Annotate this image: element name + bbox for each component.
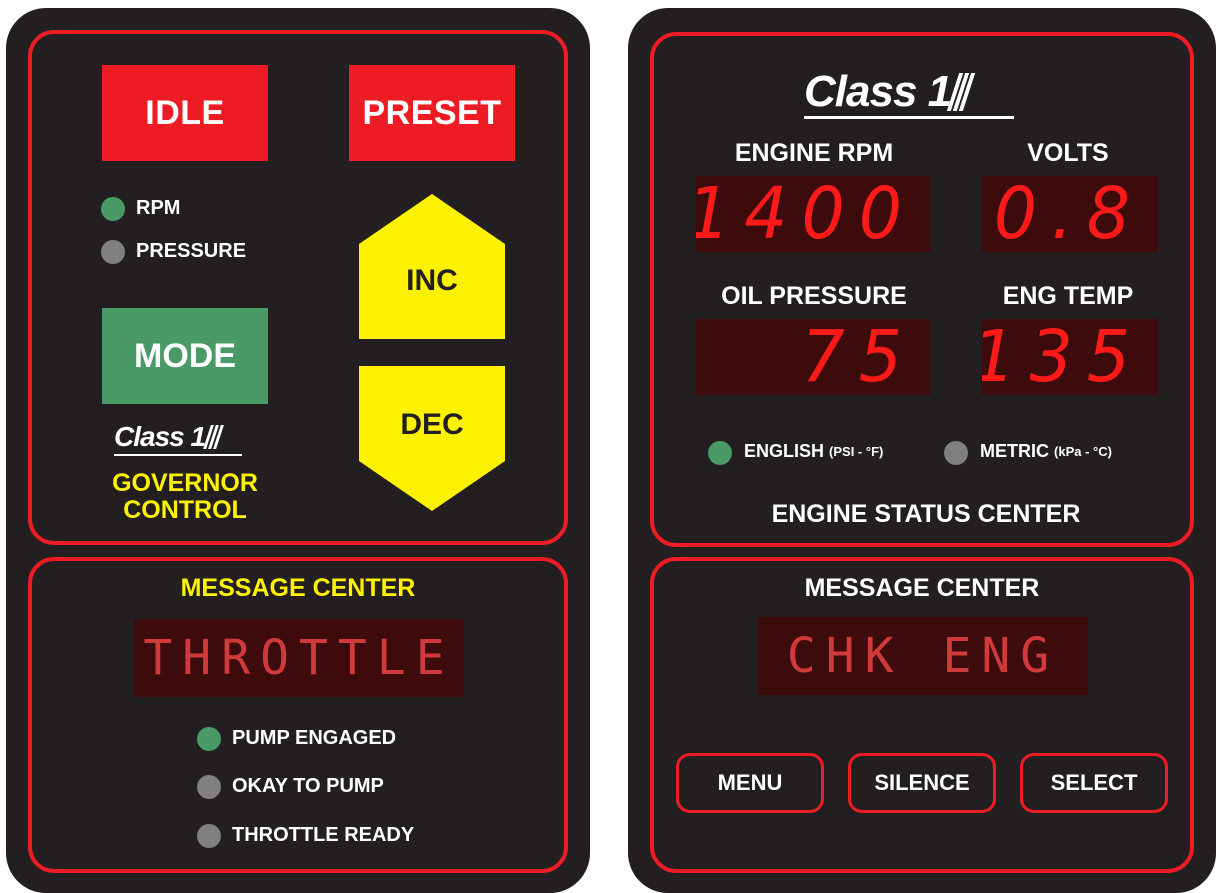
governor-control-frame: IDLE PRESET RPM PRESSURE INC DEC MODE Cl…	[28, 30, 568, 545]
dec-button[interactable]: DEC	[359, 366, 505, 511]
inc-label: INC	[406, 264, 458, 297]
volts-display: 10.8	[982, 176, 1158, 252]
left-message-frame: MESSAGE CENTER THROTTLE PUMP ENGAGED OKA…	[28, 557, 568, 873]
left-message-title: MESSAGE CENTER	[180, 574, 416, 602]
governor-title-line2: CONTROL	[123, 496, 247, 524]
metric-label: METRIC	[980, 441, 1049, 461]
right-message-display: CHK ENG	[758, 617, 1088, 695]
eng-temp-display: 135	[982, 319, 1158, 395]
engine-status-panel: Class 1 ENGINE RPM VOLTS 1400 10.8 OIL P…	[628, 8, 1216, 893]
mode-button[interactable]: MODE	[102, 308, 268, 404]
class1-logo-large-underline	[804, 116, 1014, 119]
oil-pressure-label: OIL PRESSURE	[721, 282, 907, 310]
eng-temp-value: 135	[982, 319, 1144, 395]
right-message-frame: MESSAGE CENTER CHK ENG MENU SILENCE SELE…	[650, 557, 1194, 873]
governor-title-line1: GOVERNOR	[112, 469, 258, 497]
class1-logo-large: Class 1	[804, 66, 1044, 119]
class1-logo: Class 1	[114, 420, 274, 456]
class1-logo-large-text: Class 1	[804, 67, 952, 116]
engine-rpm-label: ENGINE RPM	[734, 139, 894, 167]
idle-button[interactable]: IDLE	[102, 65, 268, 161]
select-button[interactable]: SELECT	[1020, 753, 1168, 813]
english-label: ENGLISH	[744, 441, 825, 461]
metric-units-led	[944, 441, 968, 465]
okay-to-pump-led	[197, 775, 221, 799]
right-message-display-text: CHK ENG	[786, 628, 1060, 684]
metric-units: (kPa - °C)	[1054, 444, 1112, 459]
preset-button[interactable]: PRESET	[349, 65, 515, 161]
governor-title: GOVERNOR CONTROL	[72, 470, 298, 524]
throttle-ready-led	[197, 824, 221, 848]
class1-logo-large-bars	[946, 72, 976, 112]
rpm-led-label: RPM	[136, 197, 181, 219]
volts-label: VOLTS	[1027, 139, 1109, 167]
rpm-led	[101, 197, 125, 221]
menu-button[interactable]: MENU	[676, 753, 824, 813]
pressure-led	[101, 240, 125, 264]
class1-logo-bars	[203, 424, 224, 450]
oil-pressure-value: 75	[801, 319, 916, 395]
throttle-ready-label: THROTTLE READY	[232, 824, 415, 846]
silence-button[interactable]: SILENCE	[848, 753, 996, 813]
dec-label: DEC	[400, 408, 464, 441]
governor-panel: IDLE PRESET RPM PRESSURE INC DEC MODE Cl…	[6, 8, 590, 893]
left-message-display-text: THROTTLE	[143, 630, 455, 686]
oil-pressure-display: 75	[696, 319, 930, 395]
engine-status-title: ENGINE STATUS CENTER	[771, 500, 1081, 528]
right-message-title: MESSAGE CENTER	[804, 574, 1040, 602]
eng-temp-label: ENG TEMP	[1002, 282, 1134, 310]
okay-to-pump-label: OKAY TO PUMP	[232, 775, 384, 797]
pump-engaged-label: PUMP ENGAGED	[232, 727, 397, 749]
english-units-led	[708, 441, 732, 465]
pump-engaged-led	[197, 727, 221, 751]
class1-logo-text: Class 1	[114, 421, 206, 452]
class1-logo-underline	[114, 454, 242, 456]
engine-status-frame: Class 1 ENGINE RPM VOLTS 1400 10.8 OIL P…	[650, 32, 1194, 547]
engine-rpm-value: 1400	[696, 176, 916, 252]
engine-rpm-display: 1400	[696, 176, 930, 252]
metric-units-label: METRIC (kPa - °C)	[980, 441, 1112, 462]
pressure-led-label: PRESSURE	[136, 240, 247, 262]
english-units-label: ENGLISH (PSI - °F)	[744, 441, 883, 462]
left-message-display: THROTTLE	[134, 619, 464, 697]
english-units: (PSI - °F)	[829, 444, 884, 459]
inc-button[interactable]: INC	[359, 194, 505, 339]
volts-value: 10.8	[982, 176, 1144, 252]
